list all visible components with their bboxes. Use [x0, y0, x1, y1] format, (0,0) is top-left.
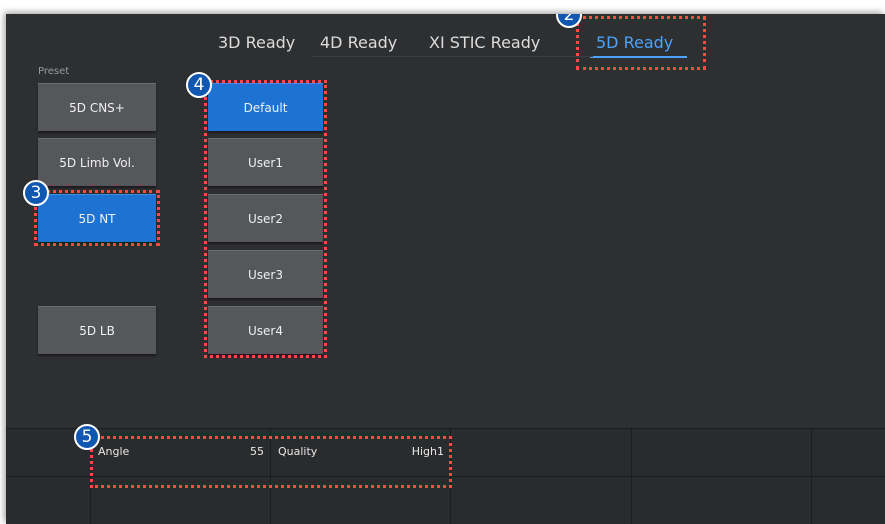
- panel-row-divider: [6, 476, 885, 477]
- preset-label: Preset: [38, 66, 70, 77]
- quality-control[interactable]: Quality High1: [272, 431, 450, 475]
- user-preset-user3-button[interactable]: User3: [208, 250, 323, 298]
- tab-xi-stic-ready[interactable]: XI STIC Ready: [429, 32, 540, 58]
- panel-top-border: [6, 428, 885, 429]
- quality-label: Quality: [278, 445, 318, 458]
- user-preset-user4-button[interactable]: User4: [208, 306, 323, 354]
- user-preset-user1-button[interactable]: User1: [208, 138, 323, 186]
- panel-column-divider: [270, 428, 271, 524]
- preset-5d-limb-vol-button[interactable]: 5D Limb Vol.: [38, 138, 156, 186]
- user-preset-default-button[interactable]: Default: [208, 83, 323, 131]
- badge-5: 5: [74, 424, 100, 450]
- panel-column-divider: [450, 428, 451, 524]
- panel-column-divider: [631, 428, 632, 524]
- angle-label: Angle: [98, 445, 130, 458]
- 5d-ready-screen: 3D Ready 4D Ready XI STIC Ready 5D Ready…: [6, 14, 885, 524]
- angle-value: 55: [250, 445, 264, 458]
- panel-column-divider: [811, 428, 812, 524]
- preset-5d-cns-button[interactable]: 5D CNS+: [38, 83, 156, 131]
- parameter-panel: Angle 55 Quality High1: [6, 428, 885, 524]
- tab-3d-ready[interactable]: 3D Ready: [218, 32, 295, 58]
- tab-4d-ready[interactable]: 4D Ready: [320, 32, 397, 58]
- tab-5d-ready[interactable]: 5D Ready: [589, 32, 688, 58]
- preset-5d-lb-button[interactable]: 5D LB: [38, 306, 156, 354]
- user-preset-user2-button[interactable]: User2: [208, 194, 323, 242]
- badge-4: 4: [186, 72, 212, 98]
- badge-2: 2: [556, 14, 582, 28]
- angle-control[interactable]: Angle 55: [92, 431, 270, 475]
- quality-value: High1: [411, 445, 444, 458]
- badge-3: 3: [23, 180, 49, 206]
- tab-divider: [311, 56, 593, 57]
- preset-5d-nt-button[interactable]: 5D NT: [38, 194, 156, 242]
